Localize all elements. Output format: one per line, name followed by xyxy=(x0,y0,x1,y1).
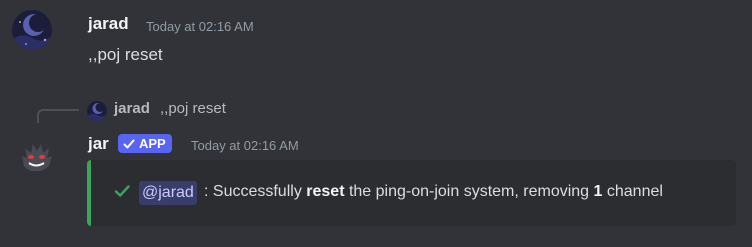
user-avatar[interactable] xyxy=(12,10,52,50)
moon-night-avatar-icon xyxy=(87,101,107,121)
reply-avatar[interactable] xyxy=(87,101,107,121)
badge-label: APP xyxy=(139,136,166,151)
checkmark-icon xyxy=(114,185,130,197)
embed-text-before: : Successfully xyxy=(204,183,307,200)
timestamp[interactable]: Today at 02:16 AM xyxy=(191,138,299,153)
embed-text-middle: the ping-on-join system, removing xyxy=(344,183,594,200)
bot-avatar[interactable] xyxy=(16,136,56,176)
reply-author[interactable]: jarad xyxy=(114,100,150,117)
author-name[interactable]: jar xyxy=(88,134,109,154)
moon-night-avatar-icon xyxy=(12,10,52,50)
verified-check-icon xyxy=(123,139,135,148)
author-name[interactable]: jarad xyxy=(88,14,129,34)
embed-text-after: channel xyxy=(602,183,663,200)
app-badge: APP xyxy=(118,134,172,153)
timestamp[interactable]: Today at 02:16 AM xyxy=(146,19,254,34)
embed-description: : Successfully reset the ping-on-join sy… xyxy=(204,183,663,201)
user-mention[interactable]: @jarad xyxy=(139,181,197,205)
reply-spine xyxy=(37,109,79,123)
reply-content[interactable]: ,,poj reset xyxy=(160,100,226,117)
gengar-avatar-icon xyxy=(16,136,56,176)
message-content: ,,poj reset xyxy=(88,45,163,64)
embed-bold-reset: reset xyxy=(306,183,345,200)
embed: @jarad : Successfully reset the ping-on-… xyxy=(87,160,736,226)
